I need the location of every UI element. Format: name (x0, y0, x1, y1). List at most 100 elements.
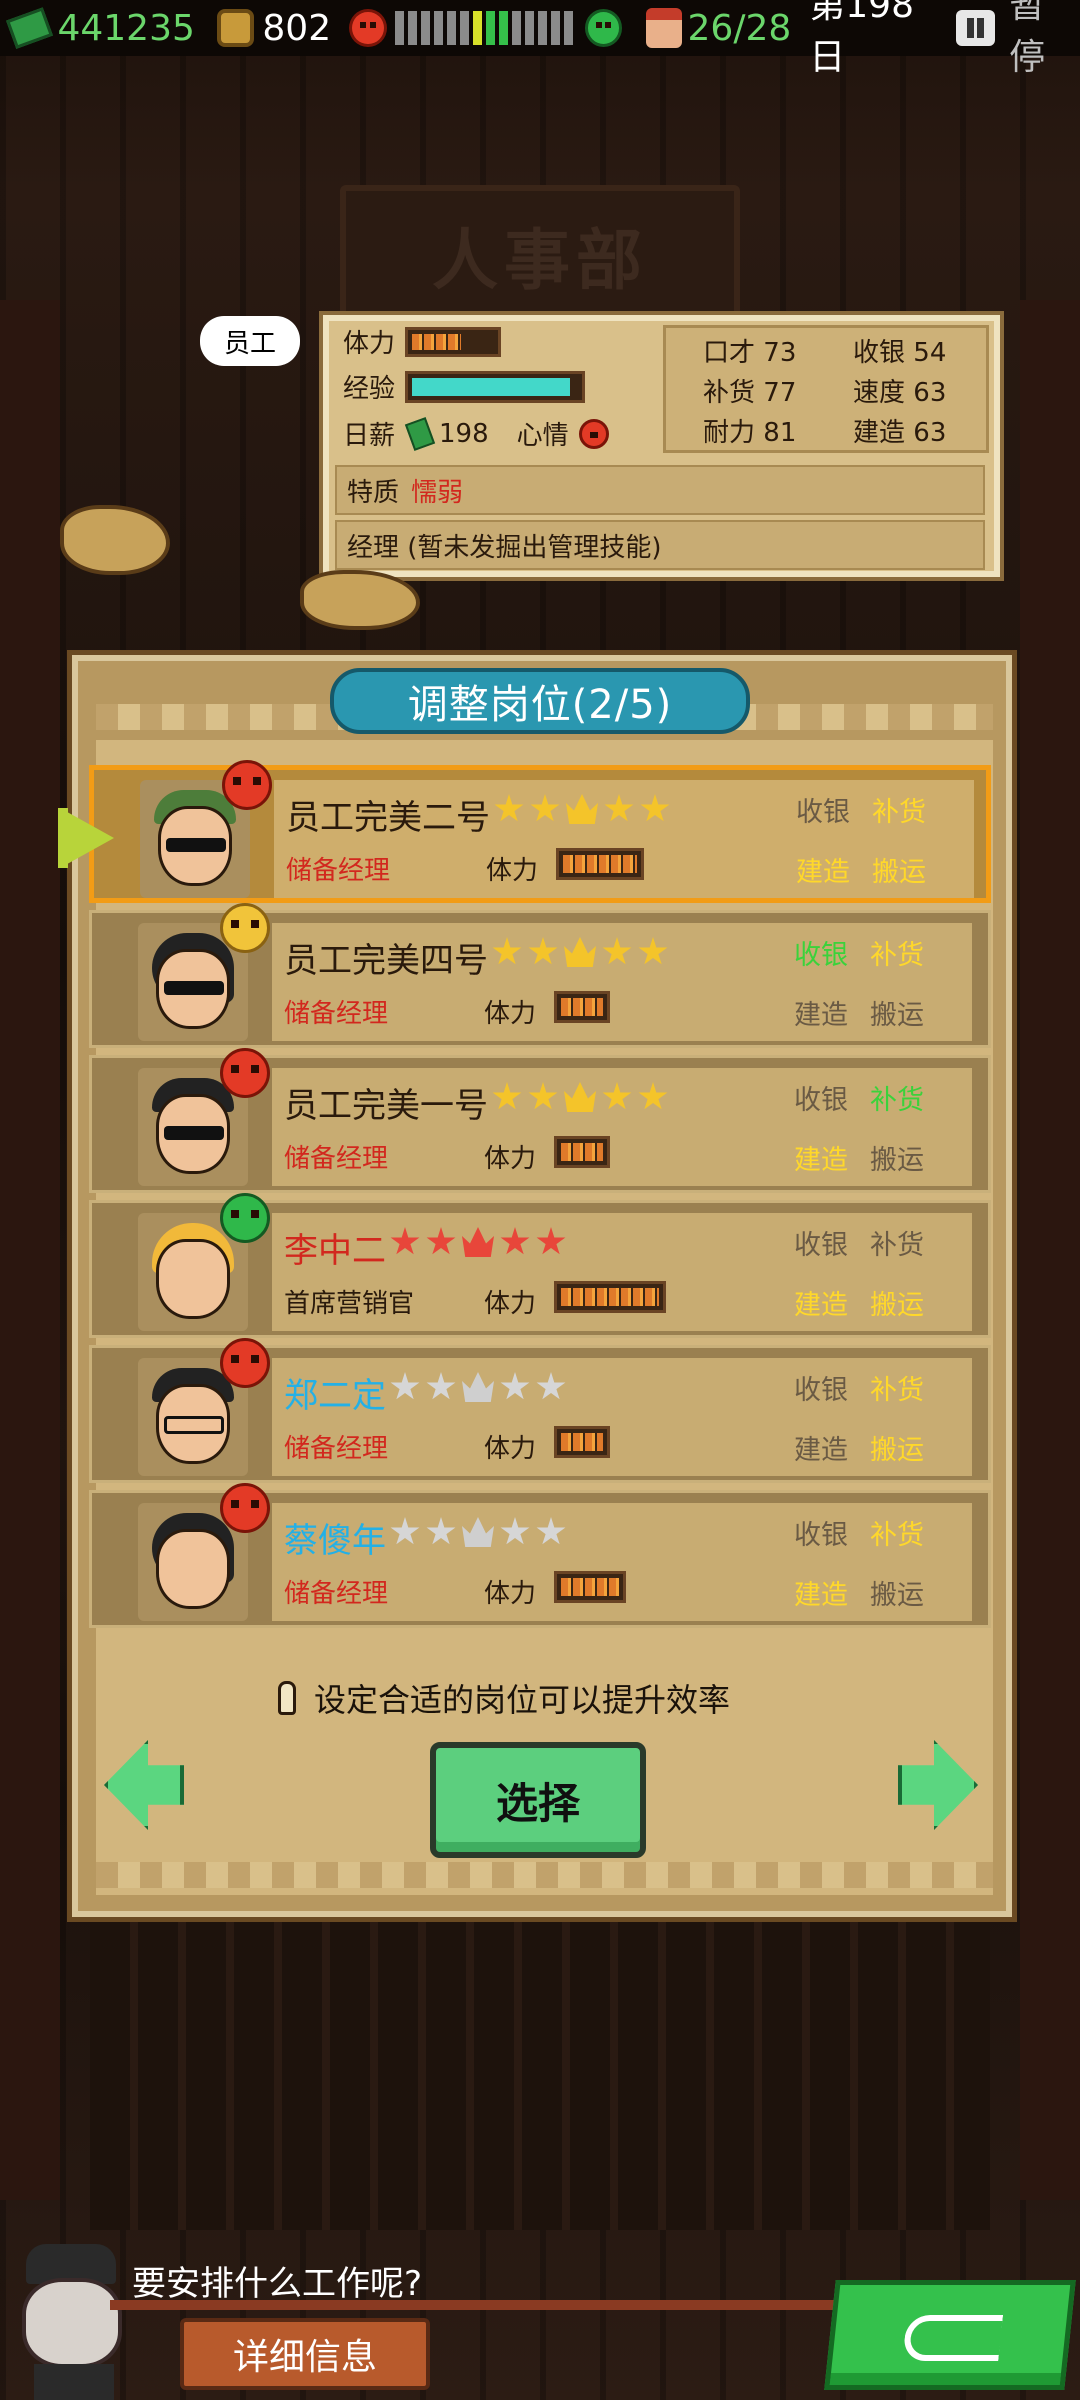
job-build[interactable]: 建造 (794, 1283, 848, 1322)
star-icon (500, 1517, 530, 1545)
star-icon (426, 1517, 456, 1545)
employee-row[interactable]: 员工完美二号 储备经理 体力 收银 补货 建造 搬运 (89, 760, 991, 903)
job-cashier[interactable]: 收银 (794, 933, 848, 972)
stat-build: 建造 63 (853, 418, 947, 448)
job-cashier[interactable]: 收银 (796, 790, 850, 829)
cash-icon (404, 416, 436, 451)
mood-icon (220, 1193, 270, 1243)
star-icon (390, 1372, 420, 1400)
hint-icon (278, 1681, 296, 1715)
stat-endurance: 耐力 81 (703, 418, 797, 448)
angry-face-icon (222, 760, 272, 810)
mood-icon (220, 1048, 270, 1098)
job-carry[interactable]: 搬运 (870, 993, 924, 1032)
job-restock[interactable]: 补货 (870, 1223, 924, 1262)
star-icon (638, 937, 668, 965)
job-restock[interactable]: 补货 (870, 1513, 924, 1552)
trait-value: 懦弱 (411, 477, 464, 508)
job-build[interactable]: 建造 (794, 1428, 848, 1467)
angry-face-icon (349, 9, 387, 47)
select-button[interactable]: 选择 (430, 1742, 646, 1858)
job-restock[interactable]: 补货 (872, 790, 926, 829)
stamina-label: 体力 (484, 1434, 537, 1464)
mood-icon (220, 1338, 270, 1388)
card-stamina-bar (405, 326, 502, 357)
angry-face-icon (220, 1338, 270, 1388)
job-build[interactable]: 建造 (794, 1138, 848, 1177)
panel-title: 调整岗位(2/5) (330, 668, 750, 734)
star-icon (602, 1082, 632, 1110)
mood-meter (394, 11, 577, 45)
happy-face-icon (220, 1193, 270, 1243)
pause-icon[interactable] (955, 10, 996, 46)
job-cashier[interactable]: 收银 (794, 1513, 848, 1552)
card-exp-row: 经验 (343, 368, 586, 405)
trait-row: 特质 懦弱 (335, 465, 985, 515)
star-icon (528, 937, 558, 965)
crown-icon (462, 1517, 494, 1547)
employee-row[interactable]: 蔡傻年 储备经理 体力 收银 补货 建造 搬运 (89, 1483, 991, 1628)
job-build[interactable]: 建造 (796, 850, 850, 889)
job-carry[interactable]: 搬运 (870, 1428, 924, 1467)
card-stamina-row: 体力 (343, 323, 502, 360)
job-cashier[interactable]: 收银 (794, 1223, 848, 1262)
employee-row[interactable]: 李中二 首席营销官 体力 收银 补货 建造 搬运 (89, 1193, 991, 1338)
star-rating (492, 1082, 674, 1112)
star-icon (500, 1227, 530, 1255)
card-wage-row: 日薪 198 心情 (343, 415, 609, 452)
back-arrow-icon (902, 2315, 1004, 2361)
job-carry[interactable]: 搬运 (870, 1283, 924, 1322)
crown-icon (462, 1372, 494, 1402)
neutral-face-icon (220, 903, 270, 953)
employee-row[interactable]: 员工完美四号 储备经理 体力 收银 补货 建造 搬运 (89, 903, 991, 1048)
stamina-label: 体力 (484, 1289, 537, 1319)
job-build[interactable]: 建造 (794, 1573, 848, 1612)
money-value: 441235 (57, 7, 195, 49)
star-icon (638, 1082, 668, 1110)
star-rating (390, 1227, 572, 1257)
stamina-bar (554, 991, 610, 1023)
employee-title: 储备经理 (284, 1434, 389, 1464)
star-icon (604, 794, 634, 822)
status-bar: 441235 802 26/28 第198日 暂停 (0, 0, 1080, 78)
coin-value: 802 (262, 7, 332, 49)
job-carry[interactable]: 搬运 (870, 1573, 924, 1612)
angry-face-icon (578, 418, 609, 449)
employee-title: 储备经理 (284, 1579, 389, 1609)
stamina-label: 体力 (484, 1579, 537, 1609)
angry-face-icon (220, 1483, 270, 1533)
department-sign: 人事部 (340, 185, 740, 325)
star-rating (390, 1517, 572, 1547)
stamina-bar (556, 848, 644, 880)
job-cashier[interactable]: 收银 (794, 1368, 848, 1407)
stamina-bar (554, 1426, 610, 1458)
staff-icon (646, 8, 682, 48)
background-pillar-left (0, 300, 60, 2200)
crown-icon (564, 1082, 596, 1112)
job-restock[interactable]: 补货 (870, 1078, 924, 1117)
back-button[interactable] (824, 2280, 1076, 2390)
job-carry[interactable]: 搬运 (872, 850, 926, 889)
dialog-divider (110, 2300, 840, 2310)
job-restock[interactable]: 补货 (870, 1368, 924, 1407)
day-counter: 第198日 (809, 0, 914, 78)
stamina-bar (554, 1571, 626, 1603)
job-build[interactable]: 建造 (794, 993, 848, 1032)
employee-name: 李中二 (284, 1231, 386, 1271)
job-carry[interactable]: 搬运 (870, 1138, 924, 1177)
stamina-bar (554, 1281, 666, 1313)
job-cashier[interactable]: 收银 (794, 1078, 848, 1117)
background-door (90, 1900, 990, 2230)
stat-eloquence: 口才 73 (703, 338, 797, 368)
star-icon (494, 794, 524, 822)
stamina-bar (554, 1136, 610, 1168)
pause-button[interactable]: 暂停 (1009, 0, 1080, 80)
detail-info-button[interactable]: 详细信息 (180, 2318, 430, 2390)
manager-skill-row: 经理 (暂未发掘出管理技能) (335, 520, 985, 570)
employee-row[interactable]: 员工完美一号 储备经理 体力 收银 补货 建造 搬运 (89, 1048, 991, 1193)
job-restock[interactable]: 补货 (870, 933, 924, 972)
employee-row[interactable]: 郑二定 储备经理 体力 收银 补货 建造 搬运 (89, 1338, 991, 1483)
card-exp-bar (405, 370, 586, 403)
employee-title: 首席营销官 (284, 1289, 415, 1319)
employee-name: 员工完美二号 (286, 798, 490, 838)
